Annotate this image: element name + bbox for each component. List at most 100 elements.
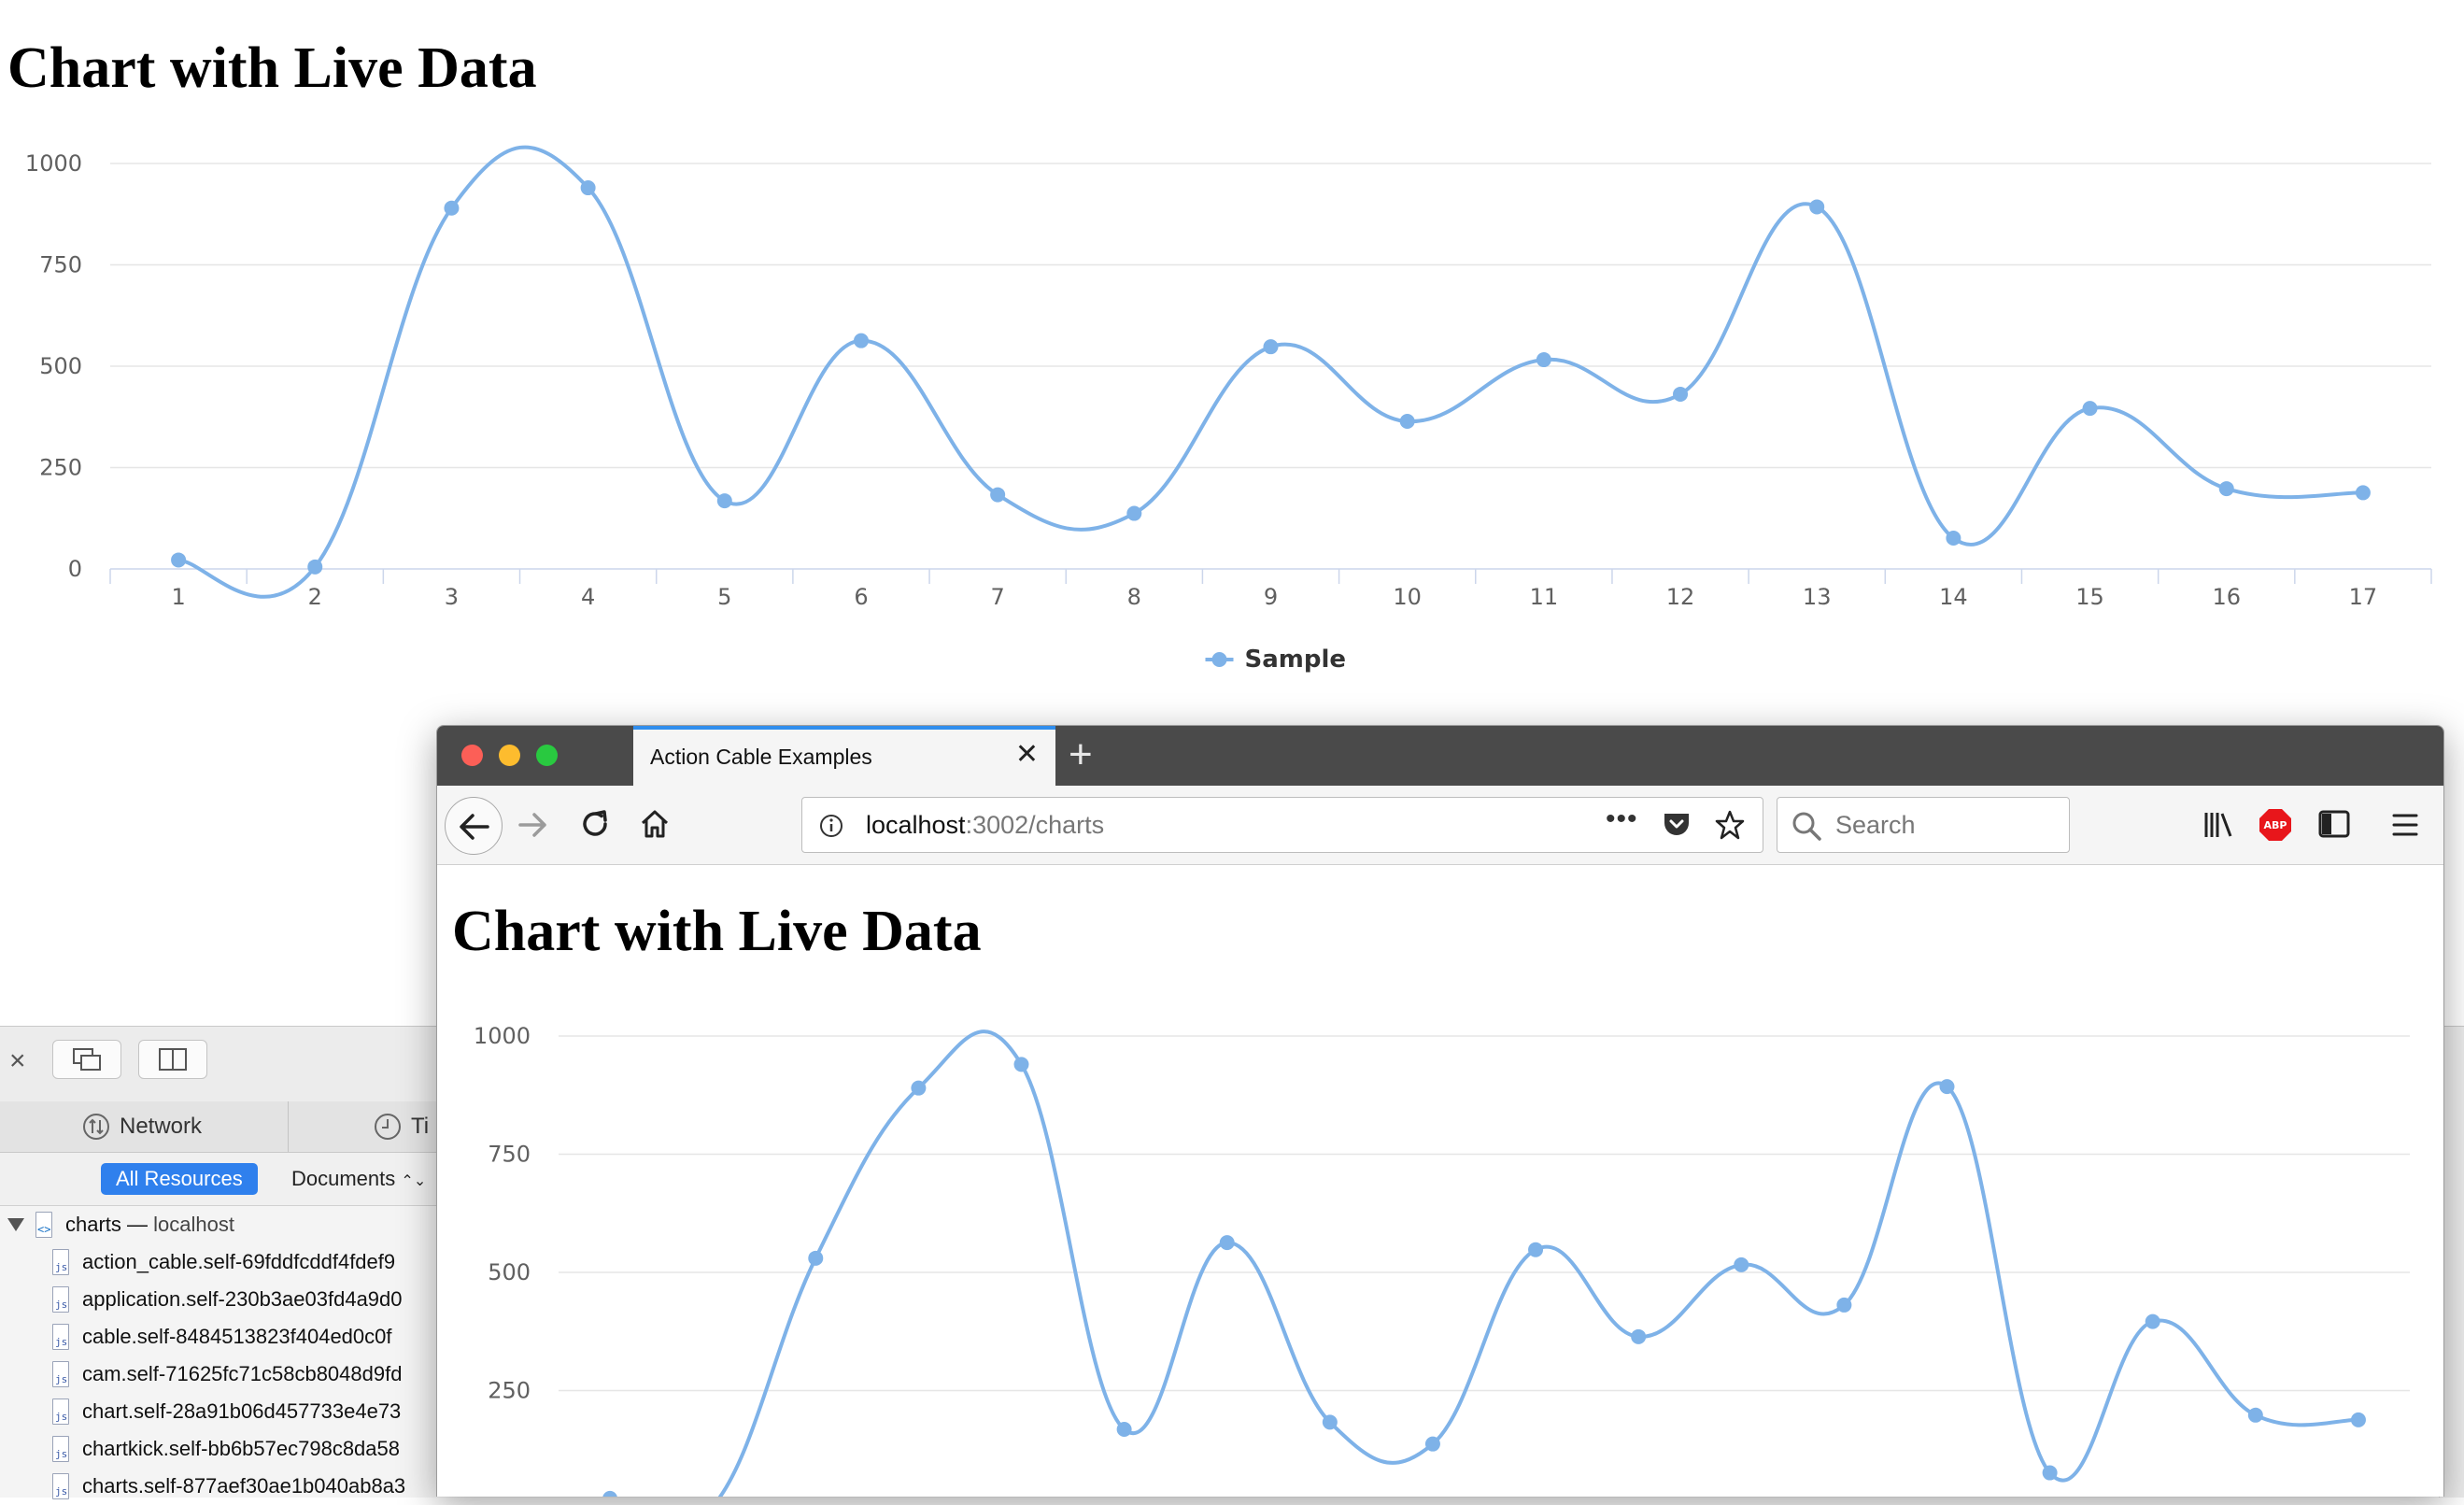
tree-root-name: charts: [65, 1213, 121, 1236]
data-point: [1528, 1242, 1544, 1257]
new-tab-icon[interactable]: +: [1069, 731, 1093, 778]
data-point: [853, 333, 869, 348]
data-point: [2042, 1465, 2058, 1481]
search-box[interactable]: Search: [1777, 797, 2070, 853]
url-text[interactable]: localhost:3002/charts: [866, 811, 1104, 840]
data-point: [602, 1490, 617, 1497]
adblock-plus-icon[interactable]: ABP: [2259, 808, 2292, 842]
all-resources-button[interactable]: All Resources: [101, 1163, 258, 1195]
hamburger-menu-icon[interactable]: [2391, 812, 2419, 838]
data-point: [1809, 199, 1825, 215]
data-point: [1734, 1257, 1749, 1272]
x-tick-label: 6: [854, 584, 868, 610]
resource-file-name: chartkick.self-bb6b57ec798c8da58: [82, 1437, 401, 1460]
tab-close-icon[interactable]: ✕: [1015, 741, 1039, 769]
js-file-badge: js: [55, 1299, 68, 1311]
resource-file-row[interactable]: js action_cable.self-69fddfcddf4fdef9: [52, 1243, 395, 1281]
data-point: [1322, 1414, 1338, 1430]
updown-chevron-icon: ⌃⌄: [401, 1173, 427, 1189]
data-point: [1263, 339, 1279, 355]
x-tick-label: 15: [2075, 584, 2104, 610]
resource-file-row[interactable]: js chartkick.self-bb6b57ec798c8da58: [52, 1430, 400, 1468]
x-tick-label: 9: [1264, 584, 1278, 610]
forward-arrow-icon[interactable]: [517, 810, 549, 840]
x-tick-label: 12: [1666, 584, 1695, 610]
firefox-window: Action Cable Examples ✕ + localhost:3002…: [436, 725, 2444, 1497]
resource-file-name: action_cable.self-69fddfcddf4fdef9: [82, 1250, 396, 1273]
series-line: [610, 1029, 2359, 1497]
search-placeholder: Search: [1835, 811, 1916, 839]
resource-file-row[interactable]: js cam.self-71625fc71c58cb8048d9fd: [52, 1356, 402, 1393]
data-point: [1939, 1079, 1955, 1095]
documents-select[interactable]: Documents ⌃⌄: [291, 1163, 426, 1195]
data-point: [1219, 1235, 1235, 1251]
data-point: [1946, 531, 1961, 547]
data-point: [1673, 386, 1689, 402]
timelines-icon: [375, 1114, 401, 1140]
y-tick-label: 750: [39, 252, 82, 278]
js-file-badge: js: [55, 1336, 68, 1348]
undock-button[interactable]: [52, 1040, 121, 1079]
data-point: [2218, 481, 2234, 497]
js-file-badge: js: [55, 1485, 68, 1498]
main-line-chart: 025050075010001 2 3 4 5 6 7 8 9 10 11 12 13 14 15 16 17S…: [25, 145, 2432, 674]
x-tick-label: 14: [1939, 584, 1968, 610]
page-actions-icon[interactable]: •••: [1606, 803, 1638, 835]
data-point: [808, 1250, 824, 1266]
sidebar-toggle-icon[interactable]: [2318, 808, 2350, 840]
js-file-icon: js: [52, 1286, 69, 1313]
browser-tab[interactable]: Action Cable Examples ✕: [633, 726, 1055, 786]
dock-side-button[interactable]: [138, 1040, 207, 1079]
close-icon[interactable]: ×: [9, 1047, 26, 1075]
tab-timelines-label: Ti: [411, 1114, 430, 1139]
resource-file-row[interactable]: js charts.self-877aef30ae1b040ab8a3: [52, 1468, 405, 1505]
tab-title: Action Cable Examples: [650, 745, 872, 769]
resource-file-row[interactable]: js application.self-230b3ae03fd4a9d0: [52, 1281, 403, 1318]
close-window-button[interactable]: [461, 745, 483, 766]
minimize-window-button[interactable]: [499, 745, 520, 766]
url-bar[interactable]: localhost:3002/charts •••: [801, 797, 1763, 853]
data-point: [716, 493, 732, 509]
library-icon[interactable]: [2202, 810, 2234, 840]
y-tick-label: 250: [488, 1378, 531, 1404]
x-tick-label: 17: [2349, 584, 2378, 610]
back-arrow-icon: [460, 814, 489, 840]
resource-file-row[interactable]: js chart.self-28a91b06d457733e4e73: [52, 1393, 401, 1430]
x-tick-label: 10: [1393, 584, 1422, 610]
data-point: [2350, 1412, 2366, 1427]
data-point: [1424, 1436, 1440, 1452]
x-tick-label: 7: [991, 584, 1005, 610]
back-button[interactable]: [445, 797, 503, 855]
legend-label: Sample: [1245, 646, 1347, 674]
js-file-icon: js: [52, 1324, 69, 1350]
navigation-toolbar: localhost:3002/charts ••• Search ABP: [437, 786, 2443, 865]
y-tick-label: 250: [39, 455, 82, 481]
embedded-line-chart: 0250500750100012345678910111213141516171…: [474, 1023, 2410, 1497]
js-file-badge: js: [55, 1373, 68, 1385]
series-line: [177, 145, 2363, 599]
js-file-icon: js: [52, 1249, 69, 1275]
home-icon[interactable]: [639, 808, 671, 840]
tab-timelines[interactable]: Ti: [374, 1101, 429, 1152]
tree-root-row[interactable]: <> charts — localhost: [7, 1206, 234, 1243]
data-point: [307, 559, 323, 575]
js-file-badge: js: [55, 1261, 68, 1273]
site-info-icon[interactable]: [819, 814, 843, 838]
resource-file-row[interactable]: js cable.self-8484513823f404ed0c0f: [52, 1318, 392, 1356]
tab-network[interactable]: Network: [82, 1101, 202, 1152]
x-tick-label: 11: [1530, 584, 1559, 610]
data-point: [444, 200, 460, 216]
data-point: [1399, 414, 1415, 430]
pocket-icon[interactable]: [1662, 811, 1692, 839]
x-tick-label: 3: [445, 584, 459, 610]
url-path: :3002/charts: [965, 811, 1105, 839]
y-tick-label: 750: [488, 1142, 531, 1168]
data-point: [911, 1080, 927, 1096]
bookmark-star-icon[interactable]: [1714, 809, 1746, 841]
disclosure-triangle-icon[interactable]: [7, 1218, 24, 1231]
reload-icon[interactable]: [579, 808, 611, 840]
zoom-window-button[interactable]: [536, 745, 558, 766]
js-file-badge: js: [55, 1448, 68, 1460]
search-icon: [1792, 812, 1821, 841]
js-file-icon: js: [52, 1473, 69, 1499]
